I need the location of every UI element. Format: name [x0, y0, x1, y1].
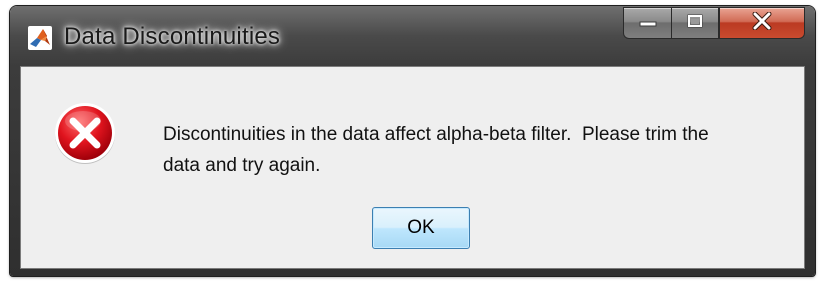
error-message: Discontinuities in the data affect alpha…	[163, 119, 803, 181]
dialog-content: Discontinuities in the data affect alpha…	[20, 66, 805, 269]
caption-buttons	[623, 7, 805, 39]
maximize-button[interactable]	[671, 7, 719, 39]
message-line-1: Discontinuities in the data affect alpha…	[163, 124, 709, 145]
window-title: Data Discontinuities	[64, 23, 281, 50]
title-bar[interactable]: Data Discontinuities	[10, 6, 815, 66]
maximize-icon	[685, 13, 705, 34]
error-icon	[53, 101, 117, 165]
matlab-icon	[28, 26, 52, 50]
message-line-2: data and try again.	[163, 155, 321, 176]
close-icon	[751, 11, 773, 35]
ok-button[interactable]: OK	[372, 207, 470, 249]
minimize-icon	[638, 14, 658, 33]
close-button[interactable]	[719, 7, 805, 39]
dialog-window: Data Discontinuities Discontinuities in …	[10, 6, 815, 276]
minimize-button[interactable]	[623, 7, 671, 39]
